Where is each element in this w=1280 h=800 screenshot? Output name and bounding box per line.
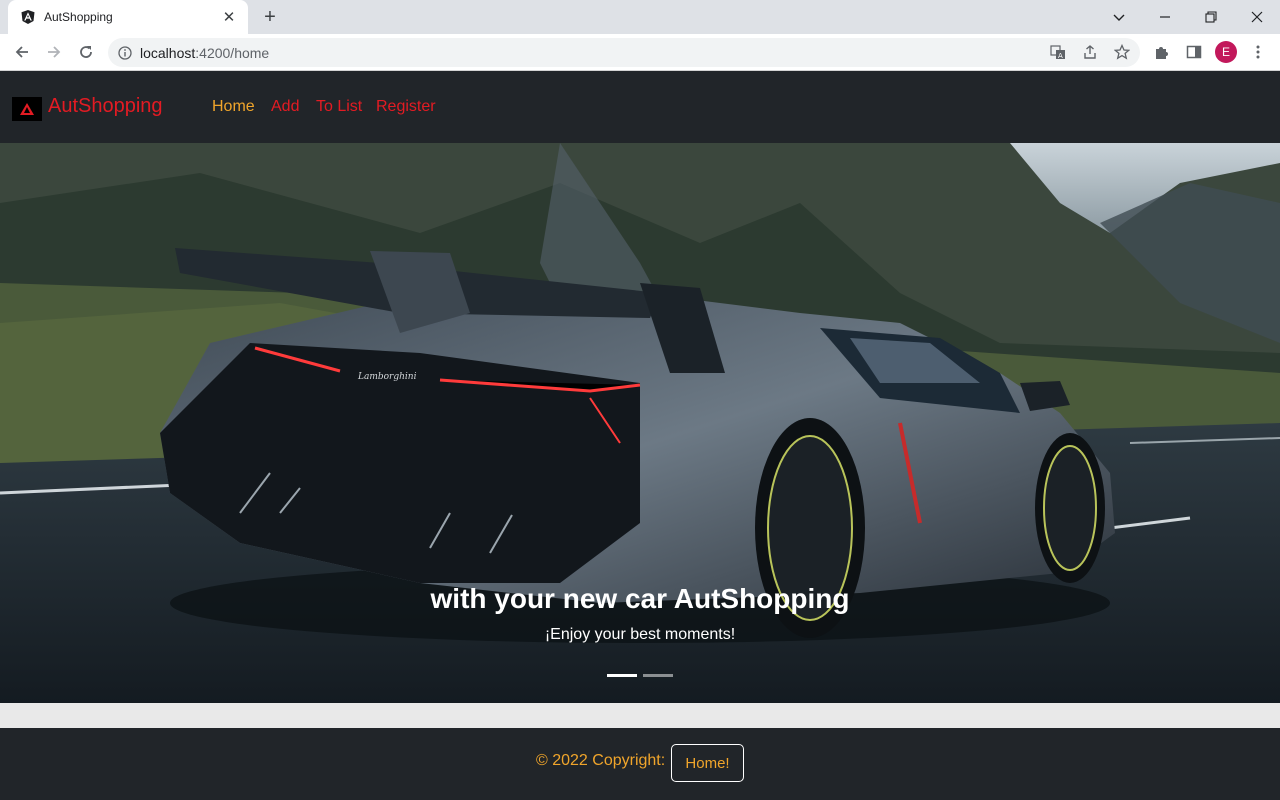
back-icon[interactable] xyxy=(8,38,36,66)
translate-icon[interactable]: A xyxy=(1044,38,1072,66)
browser-tab[interactable]: AutShopping ✕ xyxy=(8,0,248,34)
carousel-caption-title: with your new car AutShopping xyxy=(430,583,850,614)
reload-icon[interactable] xyxy=(72,38,100,66)
minimize-icon[interactable] xyxy=(1142,0,1188,34)
svg-text:Lamborghini: Lamborghini xyxy=(357,372,417,382)
footer-home-button[interactable]: Home! xyxy=(671,744,744,782)
forward-icon[interactable] xyxy=(40,38,68,66)
footer-copyright: © 2022 Copyright: xyxy=(536,752,666,769)
menu-kebab-icon[interactable] xyxy=(1244,38,1272,66)
bookmark-star-icon[interactable] xyxy=(1108,38,1136,66)
tab-search-icon[interactable] xyxy=(1096,0,1142,34)
page-gap xyxy=(0,703,1280,728)
nav-link-to-list[interactable]: To List xyxy=(316,98,362,116)
url-path: :4200/home xyxy=(195,44,270,61)
angular-icon xyxy=(21,10,35,24)
carousel-indicator-2[interactable] xyxy=(643,674,673,677)
carousel-indicator-1[interactable] xyxy=(607,674,637,677)
site-footer: © 2022 Copyright: Home! xyxy=(0,728,1280,800)
share-icon[interactable] xyxy=(1076,38,1104,66)
nav-link-home[interactable]: Home xyxy=(212,98,255,116)
browser-toolbar: localhost:4200/home A E xyxy=(0,34,1280,71)
hero-car-image: Lamborghini xyxy=(0,143,1280,703)
side-panel-icon[interactable] xyxy=(1180,38,1208,66)
hero-carousel[interactable]: Lamborghini with your new car AutShoppin… xyxy=(0,143,1280,703)
carousel-caption-subtitle: ¡Enjoy your best moments! xyxy=(544,626,736,643)
close-window-icon[interactable] xyxy=(1234,0,1280,34)
site-navbar: AutShopping Home Add To List Register xyxy=(0,71,1280,143)
browser-tabstrip: AutShopping ✕ + xyxy=(0,0,1280,34)
profile-avatar[interactable]: E xyxy=(1212,38,1240,66)
brand-name[interactable]: AutShopping xyxy=(48,95,163,118)
nav-link-add[interactable]: Add xyxy=(271,98,299,116)
extensions-icon[interactable] xyxy=(1148,38,1176,66)
svg-text:A: A xyxy=(1058,52,1063,60)
new-tab-icon[interactable]: + xyxy=(258,5,282,29)
profile-initial: E xyxy=(1215,41,1237,63)
tab-title: AutShopping xyxy=(44,10,113,24)
url-text: localhost:4200/home xyxy=(140,45,269,61)
restore-icon[interactable] xyxy=(1188,0,1234,34)
address-bar[interactable]: localhost:4200/home xyxy=(108,38,1140,67)
url-host: localhost xyxy=(140,44,196,61)
brand-logo-icon[interactable] xyxy=(12,97,42,121)
site-info-icon[interactable] xyxy=(118,45,132,60)
close-tab-icon[interactable]: ✕ xyxy=(220,8,238,26)
nav-link-register[interactable]: Register xyxy=(376,98,436,116)
